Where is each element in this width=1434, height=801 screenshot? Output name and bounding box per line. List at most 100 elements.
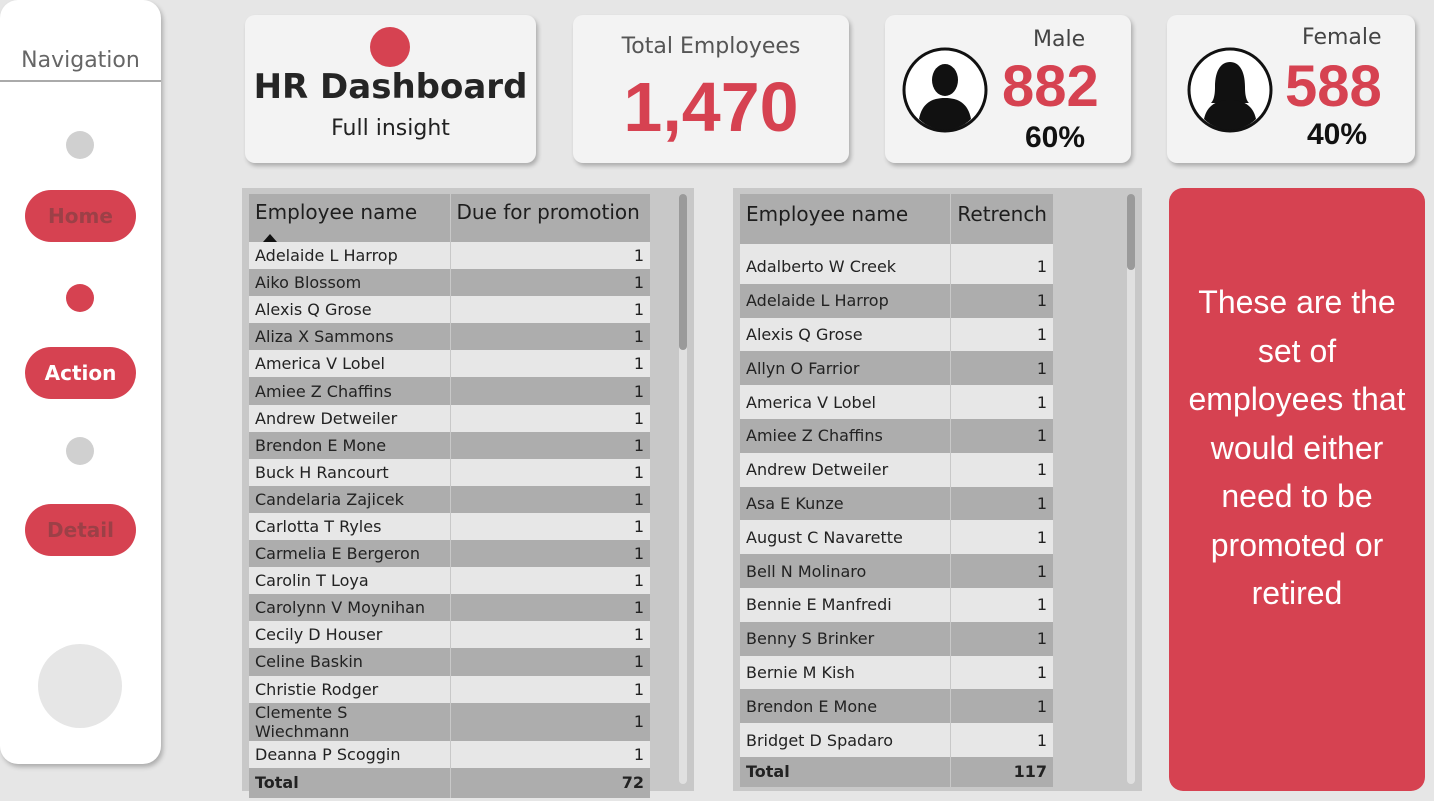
table-row[interactable]: Alexis Q Grose 1: [740, 317, 1053, 352]
total-employees-card: Total Employees 1,470: [573, 15, 849, 163]
employee-name-cell: America V Lobel: [249, 350, 451, 378]
sort-ascending-icon[interactable]: [263, 234, 277, 242]
scrollbar-thumb[interactable]: [679, 194, 687, 350]
table-row[interactable]: Brendon E Mone 1: [249, 431, 650, 459]
table-row[interactable]: Andrew Detweiler 1: [740, 452, 1053, 487]
table-row[interactable]: Adelaide L Harrop 1: [740, 283, 1053, 318]
column-header-employee-name[interactable]: Employee name: [740, 194, 952, 244]
employee-name-cell: Brendon E Mone: [249, 431, 451, 459]
table-row[interactable]: Bridget D Spadaro 1: [740, 723, 1053, 757]
table-row[interactable]: Alexis Q Grose 1: [249, 296, 650, 324]
value-cell: 1: [450, 648, 650, 676]
column-header-employee-name[interactable]: Employee name: [249, 194, 451, 242]
title-card: HR Dashboard Full insight: [245, 15, 536, 163]
page-title: HR Dashboard: [253, 67, 528, 107]
column-header-due-for-promotion[interactable]: Due for promotion: [450, 194, 650, 242]
table-row[interactable]: Christie Rodger 1: [249, 675, 650, 703]
value-cell: 1: [450, 485, 650, 513]
total-employees-label: Total Employees: [621, 34, 801, 59]
value-cell: 1: [950, 689, 1053, 724]
navigation-divider: [0, 80, 161, 82]
employee-name-cell: Adalberto W Creek: [740, 250, 952, 284]
value-cell: 1: [450, 621, 650, 649]
value-cell: 1: [450, 567, 650, 595]
total-value: 117: [950, 756, 1053, 787]
table-row[interactable]: Deanna P Scoggin 1: [249, 740, 650, 768]
value-cell: 1: [450, 323, 650, 351]
employee-name-cell: August C Navarette: [740, 520, 952, 555]
employee-name-cell: Andrew Detweiler: [249, 404, 451, 432]
retrench-table-panel: Employee name Retrench Adalberto W Creek…: [733, 188, 1142, 791]
value-cell: 1: [450, 269, 650, 297]
value-cell: 1: [950, 486, 1053, 521]
value-cell: 1: [450, 540, 650, 568]
table-row[interactable]: Carolin T Loya 1: [249, 567, 650, 595]
table-row[interactable]: Aliza X Sammons 1: [249, 323, 650, 351]
employee-name-cell: Celine Baskin: [249, 648, 451, 676]
table-row[interactable]: Carolynn V Moynihan 1: [249, 594, 650, 622]
table-row[interactable]: Clemente S Wiechmann 1: [249, 702, 650, 741]
navigation-panel: Navigation Home Action Detail: [0, 0, 161, 764]
nav-indicator-dot-active: [66, 284, 94, 312]
title-accent-dot: [370, 27, 410, 67]
table-row[interactable]: Adalberto W Creek 1: [740, 250, 1053, 284]
value-cell: 1: [450, 377, 650, 405]
nav-indicator-dot: [66, 437, 94, 465]
table-row[interactable]: Carlotta T Ryles 1: [249, 512, 650, 541]
table-total-row: Total 72: [249, 767, 650, 798]
table-row[interactable]: Benny S Brinker 1: [740, 621, 1053, 656]
value-cell: 1: [950, 385, 1053, 419]
table-row[interactable]: Allyn O Farrior 1: [740, 351, 1053, 386]
value-cell: 1: [450, 702, 650, 741]
table-row[interactable]: America V Lobel 1: [740, 385, 1053, 419]
table-row[interactable]: Carmelia E Bergeron 1: [249, 540, 650, 568]
table-row[interactable]: Asa E Kunze 1: [740, 486, 1053, 521]
action-button[interactable]: Action: [25, 347, 136, 399]
info-text: These are the set of employees that woul…: [1188, 284, 1406, 611]
table-row[interactable]: Amiee Z Chaffins 1: [740, 418, 1053, 453]
table-row[interactable]: America V Lobel 1: [249, 350, 650, 378]
table-row[interactable]: Bennie E Manfredi 1: [740, 587, 1053, 622]
detail-button[interactable]: Detail: [25, 504, 136, 556]
column-header-retrench[interactable]: Retrench: [950, 194, 1053, 244]
table-row[interactable]: August C Navarette 1: [740, 520, 1053, 555]
table-row[interactable]: Candelaria Zajicek 1: [249, 485, 650, 513]
male-percentage: 60%: [1025, 121, 1086, 154]
male-label: Male: [1033, 27, 1086, 52]
navigation-title: Navigation: [21, 48, 140, 73]
female-count: 588: [1285, 54, 1382, 119]
promotion-table-scrollbar[interactable]: [679, 194, 687, 784]
scrollbar-thumb[interactable]: [1127, 194, 1135, 270]
table-row[interactable]: Buck H Rancourt 1: [249, 458, 650, 486]
info-card: These are the set of employees that woul…: [1169, 188, 1425, 791]
employee-name-cell: Alexis Q Grose: [249, 296, 451, 324]
table-row[interactable]: Bell N Molinaro 1: [740, 554, 1053, 588]
value-cell: 1: [950, 723, 1053, 757]
retrench-table-scrollbar[interactable]: [1127, 194, 1135, 784]
home-button[interactable]: Home: [25, 190, 136, 242]
employee-name-cell: Adelaide L Harrop: [740, 283, 952, 318]
retrench-table: Employee name Retrench Adalberto W Creek…: [740, 194, 1053, 787]
employee-name-cell: Andrew Detweiler: [740, 452, 952, 487]
table-row[interactable]: Bernie M Kish 1: [740, 655, 1053, 690]
table-row[interactable]: Adelaide L Harrop 1: [249, 242, 650, 270]
table-row[interactable]: Brendon E Mone 1: [740, 689, 1053, 724]
employee-name-cell: Asa E Kunze: [740, 486, 952, 521]
value-cell: 1: [450, 350, 650, 378]
nav-indicator-dot: [66, 131, 94, 159]
table-row[interactable]: Amiee Z Chaffins 1: [249, 377, 650, 405]
value-cell: 1: [450, 242, 650, 270]
table-row[interactable]: Celine Baskin 1: [249, 648, 650, 676]
table-row[interactable]: Aiko Blossom 1: [249, 269, 650, 297]
male-card: Male 882 60%: [885, 15, 1131, 163]
value-cell: 1: [950, 452, 1053, 487]
promotion-table-panel: Employee name Due for promotion Adelaide…: [242, 188, 694, 798]
table-row[interactable]: Cecily D Houser 1: [249, 621, 650, 649]
table-row[interactable]: Andrew Detweiler 1: [249, 404, 650, 432]
female-label: Female: [1302, 25, 1382, 50]
total-value: 72: [450, 767, 650, 798]
total-label: Total: [740, 756, 952, 787]
employee-name-cell: Bernie M Kish: [740, 655, 952, 690]
value-cell: 1: [950, 621, 1053, 656]
male-person-icon: [902, 47, 988, 133]
